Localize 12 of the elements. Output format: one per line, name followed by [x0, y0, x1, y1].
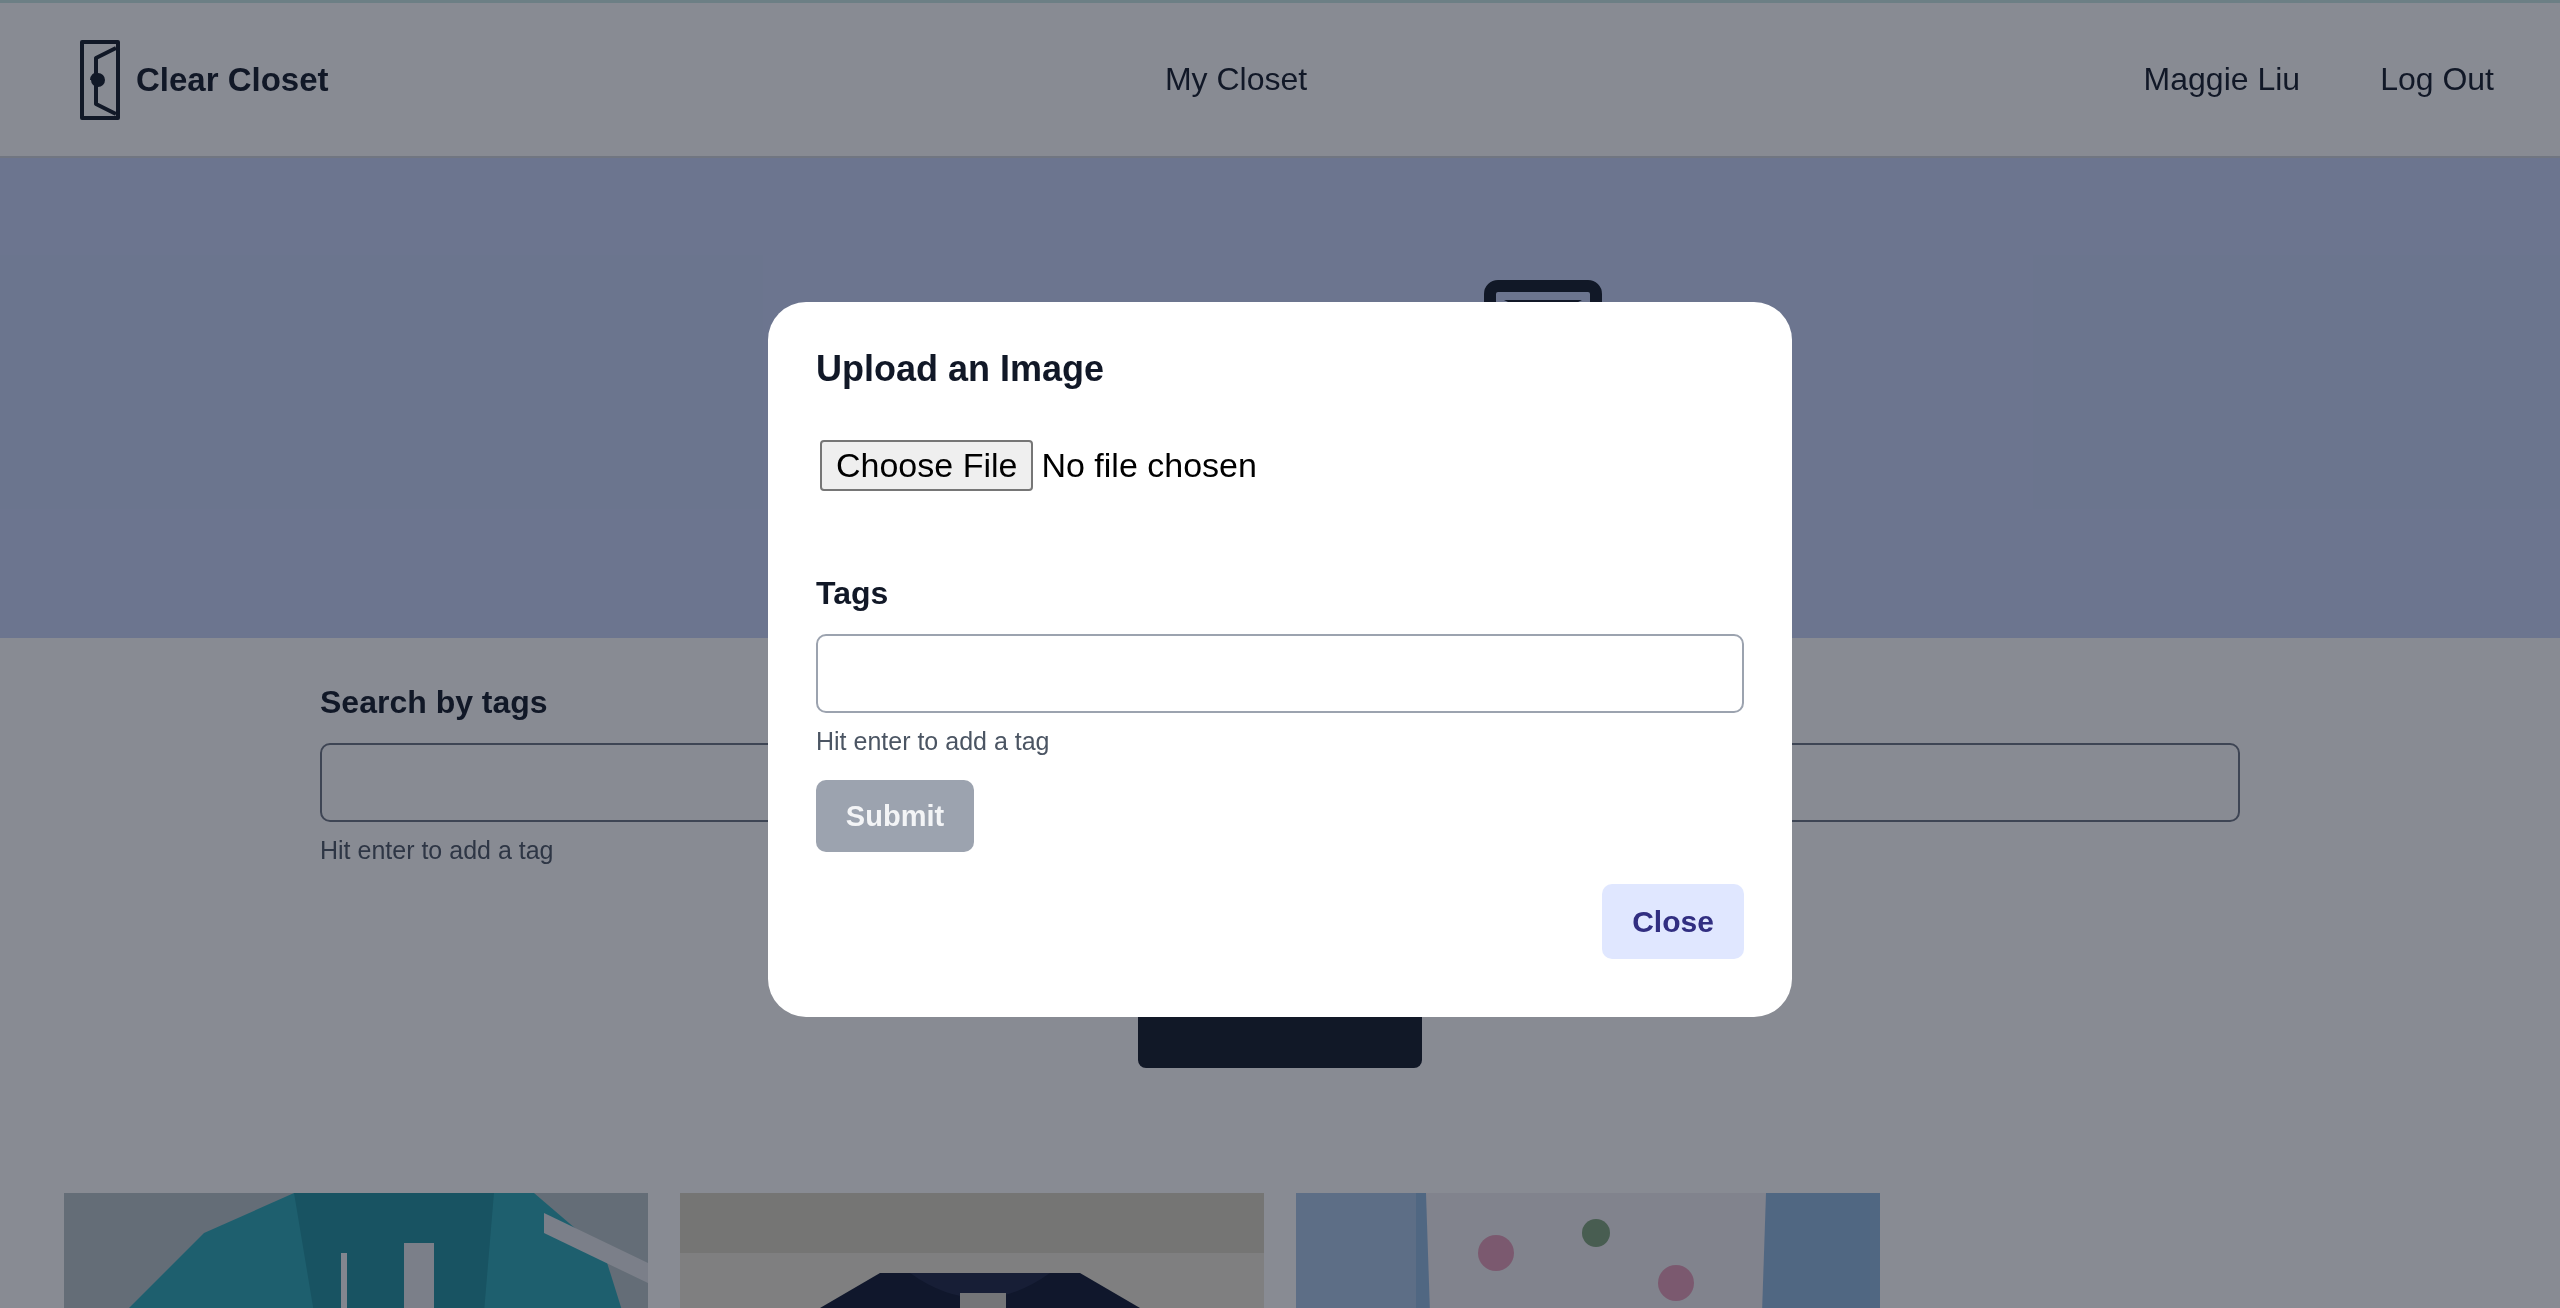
- modal-title: Upload an Image: [816, 348, 1106, 390]
- search-hint: Hit enter to add a tag: [320, 836, 555, 865]
- nav-link[interactable]: My Closet: [1164, 61, 1308, 98]
- tags-label: Tags: [816, 575, 889, 612]
- tags-hint: Hit enter to add a tag: [816, 727, 1051, 756]
- user-link[interactable]: Maggie Liu: [2143, 61, 2301, 98]
- brand-name[interactable]: Clear Closet: [136, 60, 329, 99]
- search-label: Search by tags: [320, 684, 548, 721]
- close-button[interactable]: Close: [1602, 884, 1744, 959]
- logout-link[interactable]: Log Out: [2380, 61, 2494, 98]
- file-status: No file chosen: [1041, 446, 1257, 485]
- choose-file-button[interactable]: Choose File: [820, 440, 1034, 491]
